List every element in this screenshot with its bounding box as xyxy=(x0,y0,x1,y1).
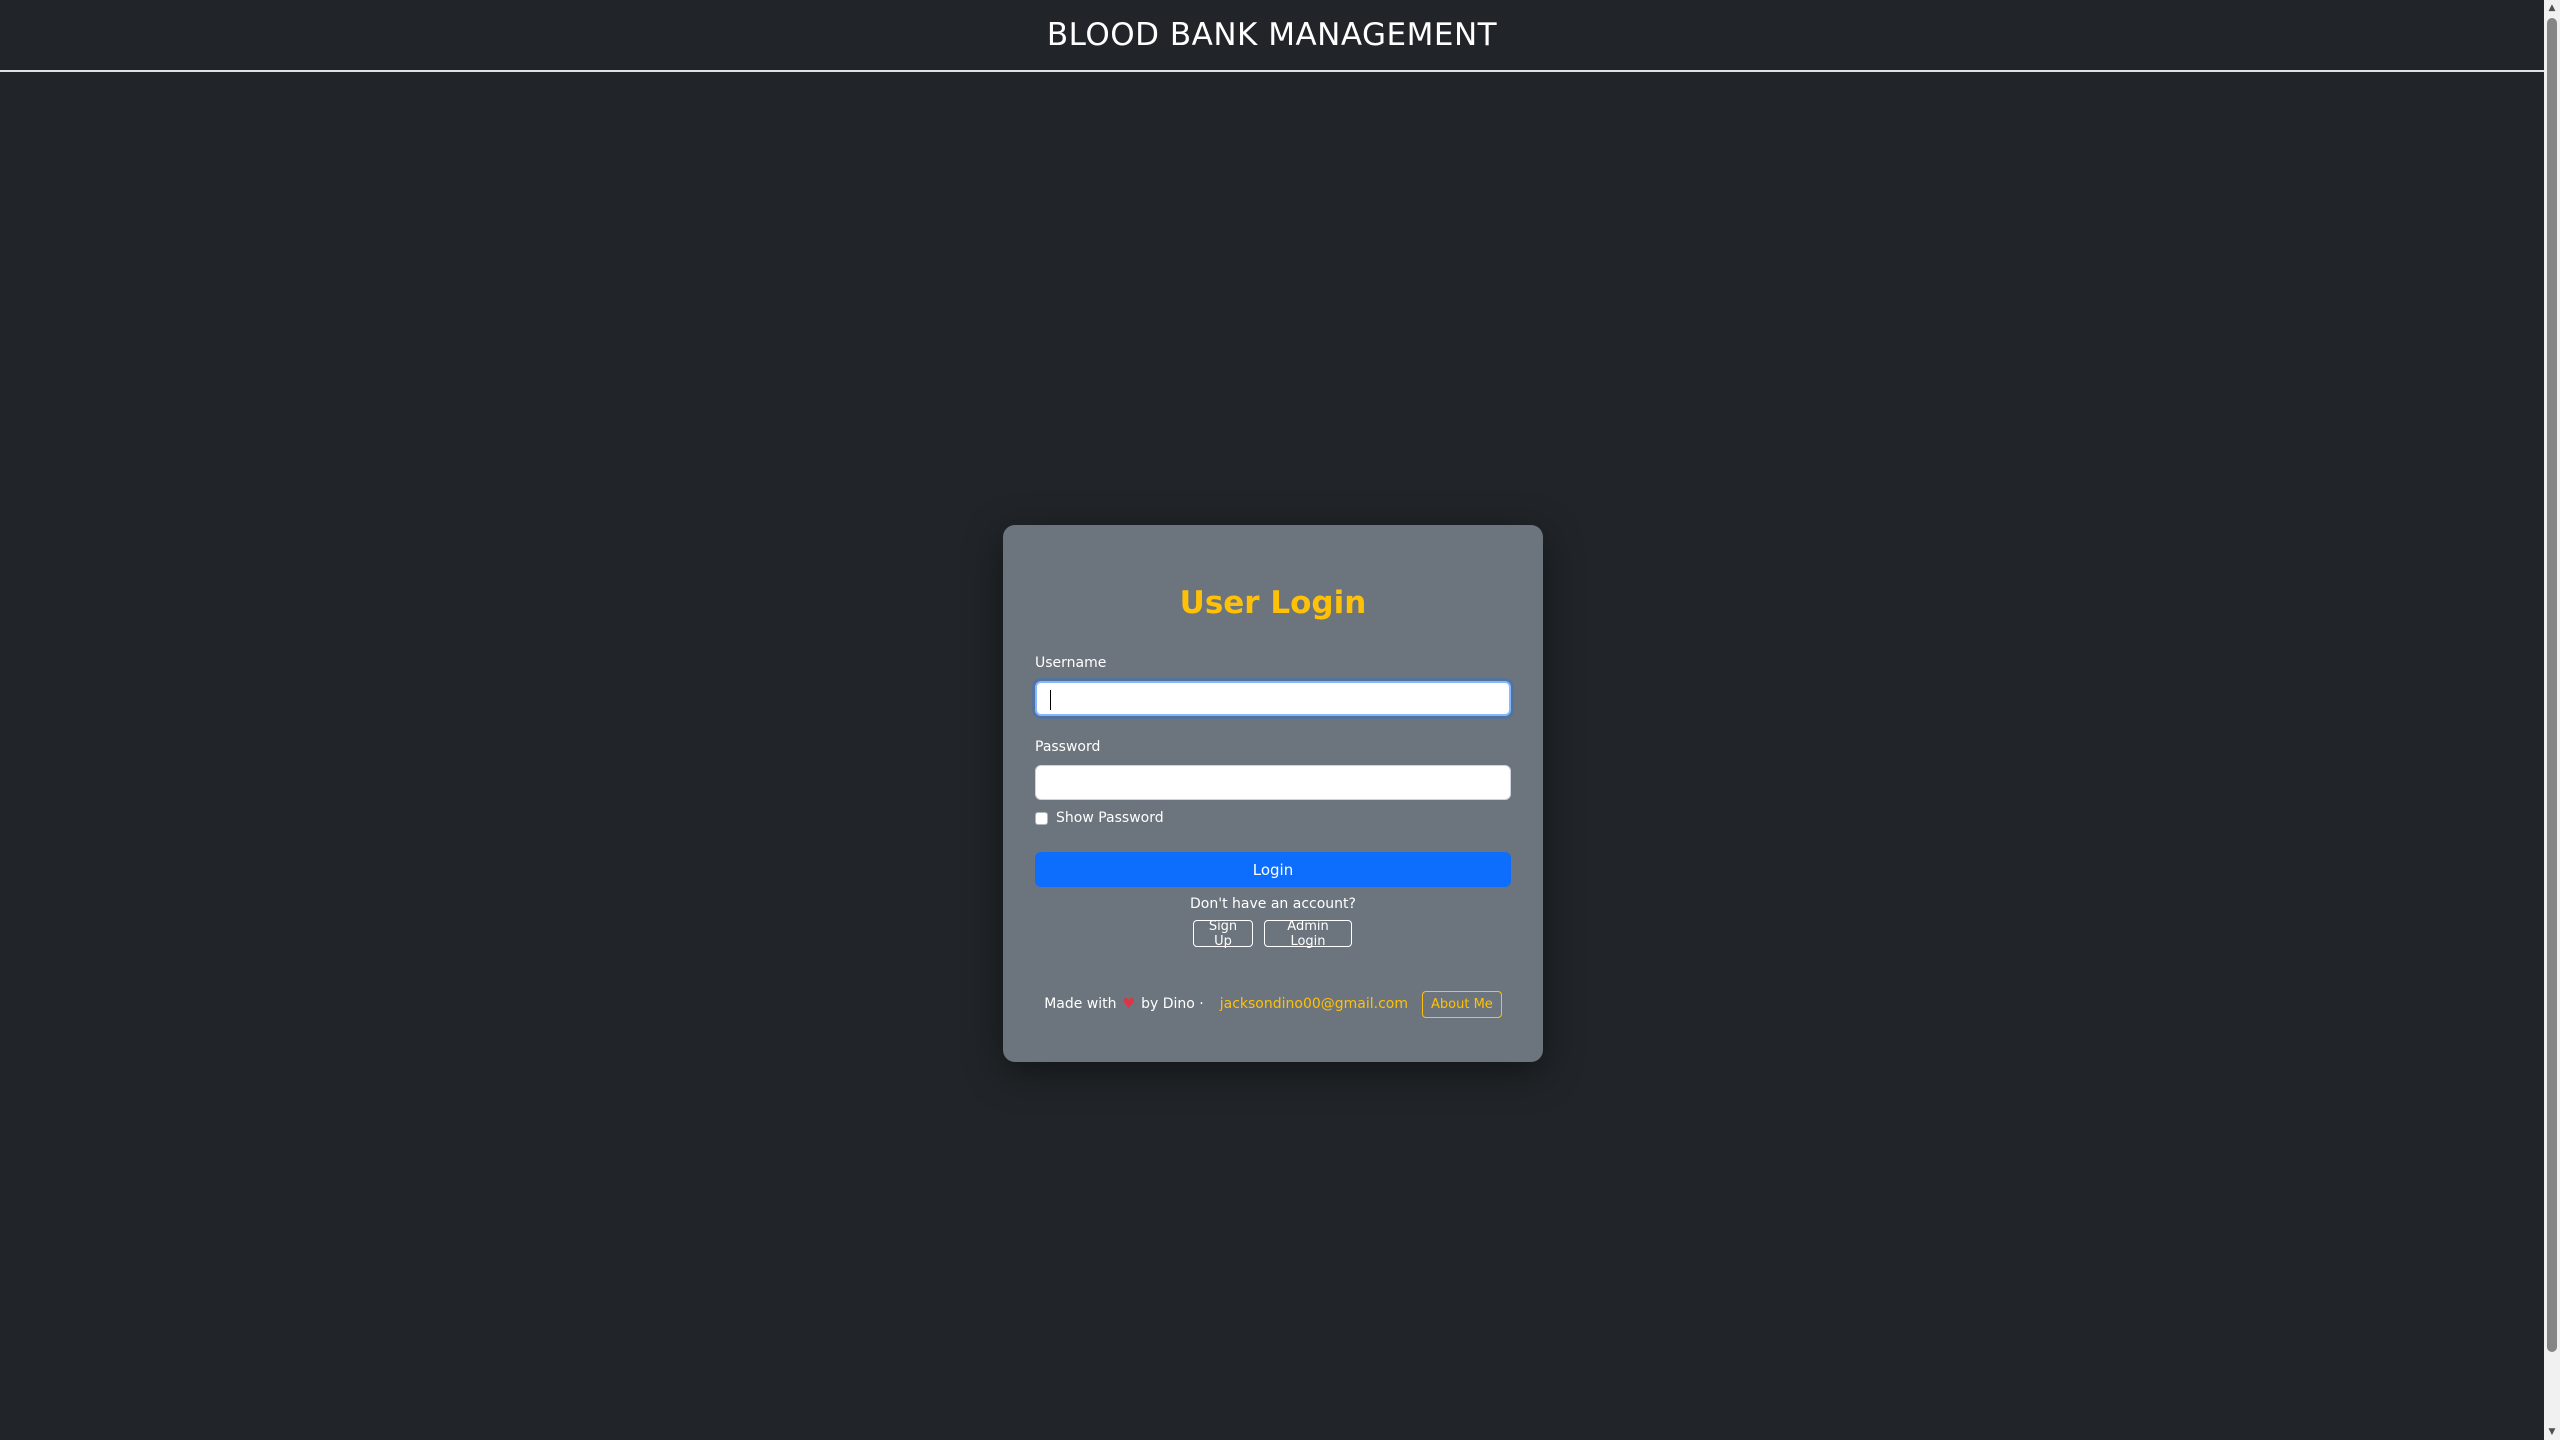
email-link[interactable]: jacksondino00@gmail.com xyxy=(1220,996,1408,1012)
show-password-checkbox[interactable] xyxy=(1035,811,1048,825)
text-caret xyxy=(1050,690,1051,710)
scrollbar-thumb[interactable] xyxy=(2547,18,2557,1352)
made-with-text: Made with xyxy=(1044,996,1117,1012)
show-password-label: Show Password xyxy=(1056,810,1164,826)
heart-icon: ♥ xyxy=(1122,996,1136,1012)
no-account-text: Don't have an account? xyxy=(1190,896,1356,912)
password-label: Password xyxy=(1035,739,1101,755)
page-title: BLOOD BANK MANAGEMENT xyxy=(1046,17,1498,53)
vertical-scrollbar[interactable]: ▲ ▼ xyxy=(2544,0,2560,1440)
login-button[interactable]: Login xyxy=(1035,852,1511,887)
card-footer: Made with ♥ by Dino · jacksondino00@gmai… xyxy=(1003,990,1543,1018)
page-header: BLOOD BANK MANAGEMENT xyxy=(0,0,2544,72)
show-password-row[interactable]: Show Password xyxy=(1035,810,1164,826)
username-label: Username xyxy=(1035,655,1107,671)
admin-login-button[interactable]: Admin Login xyxy=(1264,919,1352,949)
login-card: User Login Username Password Show Passwo… xyxy=(1003,525,1543,1062)
login-card-title: User Login xyxy=(1179,585,1367,621)
sign-up-button[interactable]: Sign Up xyxy=(1193,919,1253,949)
by-author-text: by Dino · xyxy=(1141,996,1204,1012)
page: BLOOD BANK MANAGEMENT User Login Usernam… xyxy=(0,0,2560,1440)
about-me-button[interactable]: About Me xyxy=(1422,990,1502,1018)
password-input[interactable] xyxy=(1035,765,1511,800)
username-input[interactable] xyxy=(1035,681,1511,716)
scroll-down-arrow-icon[interactable]: ▼ xyxy=(2544,1424,2560,1440)
scroll-up-arrow-icon[interactable]: ▲ xyxy=(2544,0,2560,16)
